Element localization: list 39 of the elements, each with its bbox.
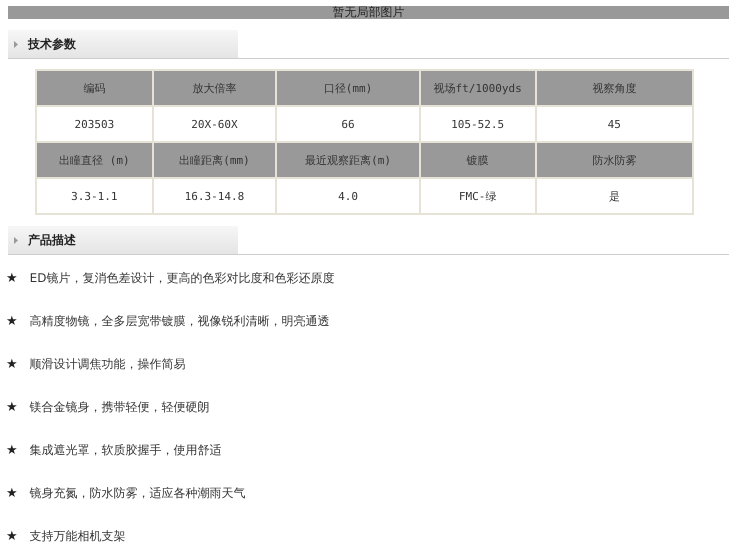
feature-text: 顺滑设计调焦功能，操作简易 — [30, 356, 186, 372]
header-cell: 出瞳直径 (m) — [36, 142, 153, 178]
header-cell: 放大倍率 — [152, 70, 276, 106]
table-cell: 66 — [276, 106, 420, 142]
star-bullet: ★ — [6, 356, 18, 372]
header-cell: 防水防雾 — [536, 142, 693, 178]
table-cell: 45 — [536, 106, 693, 142]
feature-text: 高精度物镜，全多层宽带镀膜，视像锐利清晰，明亮通透 — [30, 312, 330, 330]
table-cell: 是 — [536, 178, 693, 214]
header-cell: 视场ft/1000yds — [420, 70, 536, 106]
triangle-icon — [14, 40, 18, 48]
table-cell: 4.0 — [276, 178, 420, 214]
feature-text: ED镜片，复消色差设计，更高的色彩对比度和色彩还原度 — [30, 270, 334, 286]
table-cell: 3.3-1.1 — [36, 178, 153, 214]
triangle-icon — [14, 236, 18, 244]
section-title: 产品描述 — [28, 232, 76, 248]
table-cell: 105-52.5 — [420, 106, 536, 142]
star-bullet: ★ — [6, 528, 18, 544]
feature-text: 镁合金镜身，携带轻便，轻便硬朗 — [30, 398, 210, 416]
feature-text: 集成遮光罩，软质胶握手，使用舒适 — [30, 442, 222, 458]
header-cell: 视察角度 — [536, 70, 693, 106]
star-bullet: ★ — [6, 486, 18, 500]
star-bullet: ★ — [6, 270, 18, 286]
header-cell: 口径(mm) — [276, 70, 420, 106]
feature-text: 支持万能相机支架 — [30, 528, 126, 544]
header-cell: 最近观察距离(m) — [276, 142, 420, 178]
banner: 暂无局部图片 — [8, 6, 729, 19]
header-cell: 编码 — [36, 70, 153, 106]
table-cell: 20X-60X — [152, 106, 276, 142]
header-cell: 出瞳距离(mm) — [152, 142, 276, 178]
feature-text: 镜身充氮，防水防雾，适应各种潮雨天气 — [30, 484, 246, 502]
section-title: 技术参数 — [28, 36, 76, 52]
table-cell: 16.3-14.8 — [152, 178, 276, 214]
header-cell: 镀膜 — [420, 142, 536, 178]
star-bullet: ★ — [6, 400, 18, 414]
star-bullet: ★ — [6, 314, 18, 328]
table-cell: 203503 — [36, 106, 153, 142]
table-cell: FMC-绿 — [420, 178, 536, 214]
star-bullet: ★ — [6, 442, 18, 458]
